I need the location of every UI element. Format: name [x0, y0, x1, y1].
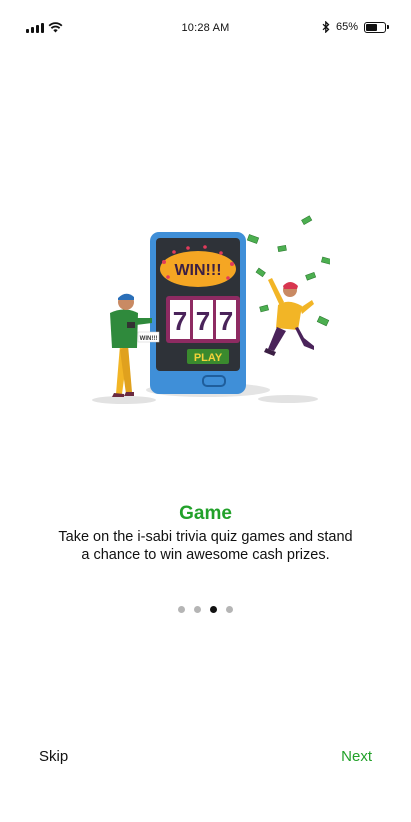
onboarding-description: Take on the i-sabi trivia quiz games and… [40, 528, 371, 564]
battery-percent: 65% [335, 21, 358, 33]
play-button-text: PLAY [194, 352, 223, 364]
onboarding-description-line-1: Take on the i-sabi trivia quiz games and… [58, 529, 353, 545]
ground-shadow-right [258, 395, 318, 403]
slot-machine-illustration: WIN!!! 7 7 7 PLAY WIN!!! [92, 215, 330, 404]
onboarding-description-line-2: a chance to win awesome cash prizes. [81, 547, 330, 563]
reel-3-value: 7 [219, 306, 233, 336]
win-sign-text: WIN!!! [174, 262, 221, 279]
status-right: 65% [322, 21, 389, 33]
battery-icon [364, 21, 389, 33]
pagination-dot-1[interactable] [178, 606, 185, 613]
onboarding-title: Game [179, 503, 232, 524]
win-card-text: WIN!!! [140, 336, 158, 342]
ground-shadow-left [92, 396, 156, 404]
skip-button[interactable]: Skip [39, 748, 68, 765]
pagination-dot-3[interactable] [210, 606, 217, 613]
bluetooth-icon [322, 21, 330, 33]
status-bar: 10:28 AM 65% [0, 0, 411, 58]
battery-fill [366, 23, 377, 31]
man-right [264, 278, 314, 356]
pagination-dot-2[interactable] [194, 606, 201, 613]
next-button[interactable]: Next [341, 748, 372, 765]
pagination-dot-4[interactable] [226, 606, 233, 613]
reel-2-value: 7 [196, 306, 210, 336]
pagination-dots [0, 606, 411, 613]
reel-1-value: 7 [173, 306, 187, 336]
